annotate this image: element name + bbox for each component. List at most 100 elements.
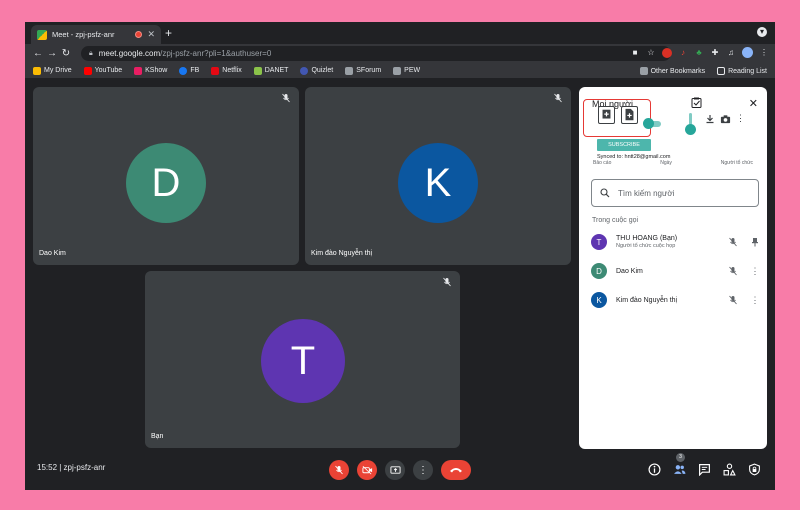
participant-tile[interactable]: D Dao Kim (33, 87, 299, 265)
profile-avatar[interactable] (742, 47, 753, 58)
star-icon[interactable]: ☆ (646, 48, 656, 58)
list-item[interactable]: K Kim đào Nguyễn thị ⋮ (591, 289, 761, 311)
bookmark-quizlet[interactable]: Quizlet (300, 66, 334, 75)
pin-icon[interactable] (749, 236, 761, 248)
recording-icon (135, 31, 143, 38)
camera-off-icon (361, 466, 372, 475)
new-tab-button[interactable]: + (165, 26, 172, 40)
browser-window: Meet - zpj-psfz-anr ✕ + ▾ ← → ↻ 🔒︎ meet.… (25, 22, 775, 490)
camera-icon[interactable] (720, 114, 731, 124)
bookmark-label: FB (190, 67, 200, 74)
bookmark-netflix[interactable]: Netflix (211, 66, 242, 75)
bookmarks-bar: My Drive YouTube KShow FB Netflix DANET … (25, 63, 775, 79)
more-options-icon[interactable]: ⋮ (736, 113, 745, 124)
youtube-icon (83, 66, 92, 75)
bookmark-kshow[interactable]: KShow (134, 66, 168, 75)
tab-close-icon[interactable]: ✕ (147, 30, 155, 39)
present-screen-button[interactable] (385, 460, 405, 480)
folder-icon (345, 66, 354, 75)
other-bookmarks[interactable]: Other Bookmarks (639, 67, 705, 75)
mic-toggle-button[interactable] (329, 460, 349, 480)
back-icon[interactable]: ← (31, 48, 45, 59)
list-item[interactable]: D Dao Kim ⋮ (591, 260, 761, 282)
more-options-button[interactable]: ⋮ (413, 460, 433, 480)
highlight-box (583, 99, 651, 137)
extension-badge-icon[interactable] (662, 47, 672, 58)
bookmark-fb[interactable]: FB (179, 66, 200, 75)
window-menu-icon[interactable]: ▾ (757, 27, 767, 37)
more-options-icon[interactable]: ⋮ (749, 294, 761, 306)
add-file-button[interactable] (621, 106, 638, 124)
address-bar[interactable]: 🔒︎ meet.google.com/zpj-psfz-anr?pli=1&au… (81, 46, 671, 61)
search-icon (600, 188, 610, 198)
meet-favicon-icon (37, 29, 47, 40)
download-icon[interactable] (705, 114, 715, 124)
self-tile[interactable]: T Bạn (145, 271, 460, 448)
forward-icon[interactable]: → (45, 48, 59, 59)
extension-guitar-icon[interactable]: ♪ (678, 48, 688, 58)
toggle-thumb[interactable] (643, 118, 654, 129)
avatar: K (591, 292, 607, 308)
meeting-time-code: 15:52 | zpj-psfz-anr (37, 463, 106, 472)
chat-button[interactable] (698, 463, 711, 477)
add-file-icon (625, 108, 634, 121)
host-controls-button[interactable] (748, 463, 761, 476)
url-path: /zpj-psfz-anr?pli=1&authuser=0 (160, 49, 272, 58)
bookmark-my-drive[interactable]: My Drive (33, 66, 72, 75)
synced-label: Synced to: hntt28@gmail.com (596, 154, 672, 160)
avatar: K (398, 143, 478, 223)
bookmark-label: SForum (356, 67, 382, 74)
browser-menu-icon[interactable]: ⋮ (759, 48, 769, 58)
bookmark-label: Netflix (222, 67, 242, 74)
browser-toolbar: ← → ↻ 🔒︎ meet.google.com/zpj-psfz-anr?pl… (25, 44, 775, 63)
tab-title: Meet - zpj-psfz-anr (52, 30, 115, 39)
present-icon (389, 466, 401, 474)
mic-off-icon (727, 265, 739, 277)
attendance-check-icon[interactable] (691, 97, 702, 108)
avatar: D (591, 263, 607, 279)
kshow-icon (134, 66, 143, 75)
add-note-icon (602, 109, 611, 119)
camera-indicator-icon[interactable]: ■ (630, 48, 640, 58)
camera-toggle-button[interactable] (357, 460, 377, 480)
participant-tile[interactable]: K Kim đào Nguyễn thị (305, 87, 571, 265)
bookmark-sforum[interactable]: SForum (345, 66, 382, 75)
people-search[interactable] (591, 179, 759, 207)
obscured-label: Người tổ chức (720, 160, 753, 166)
bookmark-pew[interactable]: PEW (393, 66, 420, 75)
close-icon[interactable]: ✕ (749, 97, 758, 110)
mic-off-icon (727, 236, 739, 248)
shield-lock-icon (749, 463, 760, 476)
avatar: T (591, 234, 607, 250)
bookmark-label: KShow (145, 67, 168, 74)
more-options-icon[interactable]: ⋮ (749, 265, 761, 277)
extensions-puzzle-icon[interactable]: ✚ (710, 48, 720, 58)
extension-leaf-icon[interactable]: ♣ (694, 48, 704, 58)
participant-name: Dao Kim (39, 250, 66, 257)
bookmark-label: Quizlet (311, 67, 334, 74)
add-meeting-note-button[interactable] (598, 106, 615, 124)
tab-strip: Meet - zpj-psfz-anr ✕ + ▾ (25, 22, 775, 44)
url-host: meet.google.com (98, 49, 161, 58)
drive-icon (33, 66, 41, 75)
bookmark-danet[interactable]: DANET (253, 66, 288, 75)
chat-icon (699, 464, 710, 477)
reload-icon[interactable]: ↻ (59, 48, 73, 59)
tab-meet[interactable]: Meet - zpj-psfz-anr ✕ (31, 25, 161, 44)
side-controls: 3 (648, 453, 761, 477)
activities-button[interactable] (723, 463, 736, 476)
leave-call-button[interactable] (441, 460, 471, 480)
subscribe-button[interactable]: SUBSCRIBE (597, 139, 651, 151)
meet-stage: D Dao Kim K Kim đào Nguyễn thị T Bạn Mọi… (25, 79, 775, 490)
search-input[interactable] (618, 188, 748, 198)
slider-thumb[interactable] (685, 124, 696, 135)
reading-list[interactable]: Reading List (717, 67, 767, 75)
lock-icon[interactable]: 🔒︎ (89, 50, 93, 58)
meeting-details-button[interactable] (648, 463, 661, 476)
media-control-icon[interactable]: ♫ (726, 48, 736, 58)
bookmark-youtube[interactable]: YouTube (83, 66, 122, 75)
folder-icon (393, 66, 402, 75)
hang-up-icon (450, 468, 462, 473)
people-button[interactable]: 3 (673, 453, 686, 476)
list-item[interactable]: T THU HOANG (Bạn) Người tổ chức cuộc họp (591, 231, 761, 253)
